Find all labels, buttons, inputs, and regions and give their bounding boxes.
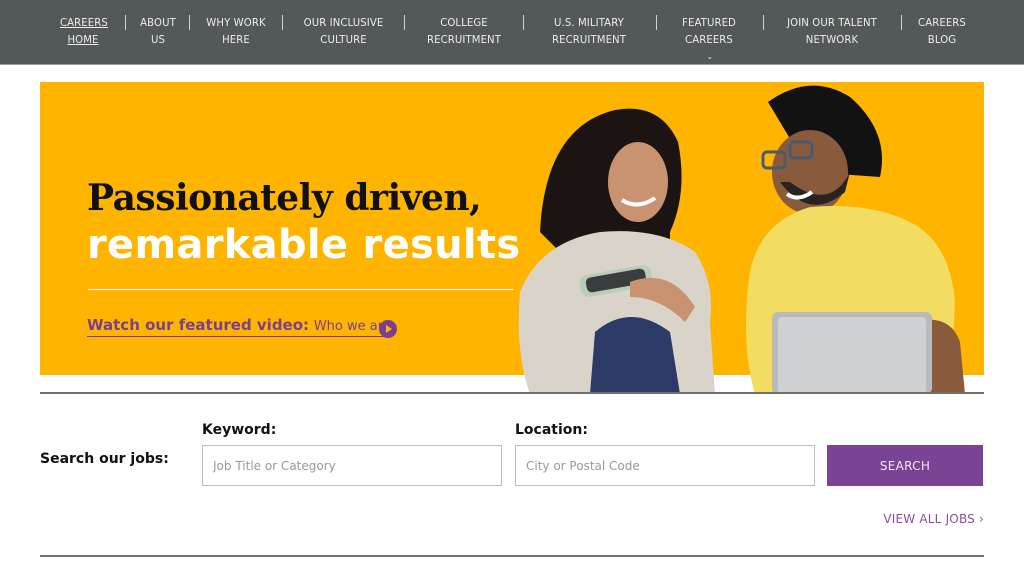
video-link-lead: Watch our featured video: [87,316,310,334]
nav-item-label-line2: HOME [67,33,99,46]
nav-separator [523,15,524,30]
hero-banner: Passionately driven, remarkable results … [40,82,984,394]
view-all-jobs-link[interactable]: VIEW ALL JOBS › [883,512,984,526]
section-divider [40,555,984,557]
hero-divider [88,289,513,290]
nav-item-label-line2: CULTURE [320,33,367,46]
nav-item-label-line2: NETWORK [805,33,859,46]
location-label: Location: [515,422,588,438]
nav-item-label-line1: OUR INCLUSIVE [303,16,384,29]
location-input[interactable] [515,445,815,486]
chevron-down-icon: ⌄ [706,52,714,61]
nav-item-college-recruitment[interactable]: COLLEGE RECRUITMENT [425,14,502,48]
keyword-input[interactable] [202,445,502,486]
person-man [746,85,965,394]
nav-item-label-line1: COLLEGE [440,16,488,29]
nav-item-label-line2: US [150,33,166,46]
nav-item-label-line2: RECRUITMENT [426,33,501,46]
nav-item-label-line1: U.S. MILITARY [554,16,624,29]
keyword-label: Keyword: [202,422,277,438]
section-divider [40,392,984,394]
hero-photo-illustration [518,85,965,394]
nav-item-careers-home[interactable]: CAREERS HOME [60,14,108,48]
nav-separator [763,15,764,30]
nav-item-featured-careers[interactable]: FEATURED CAREERS ⌄ [678,14,741,65]
nav-item-why-work-here[interactable]: WHY WORK HERE [203,14,269,48]
person-woman [518,108,715,394]
nav-item-label-line1: FEATURED [682,16,736,29]
nav-separator [282,15,283,30]
nav-item-about-us[interactable]: ABOUT US [137,14,179,48]
nav-separator [189,15,190,30]
hero-title-line2: remarkable results [87,222,521,268]
hero-title-line1: Passionately driven, [87,177,482,219]
nav-separator [656,15,657,30]
nav-item-join-our-talent-network[interactable]: JOIN OUR TALENT NETWORK [786,14,878,48]
nav-item-label-text: CAREERS [685,33,733,46]
search-button[interactable]: SEARCH [827,445,983,486]
nav-item-careers-blog[interactable]: CAREERS BLOG [916,14,968,48]
nav-item-us-military-recruitment[interactable]: U.S. MILITARY RECRUITMENT [550,14,627,48]
search-heading: Search our jobs: [40,451,169,467]
nav-item-our-inclusive-culture[interactable]: OUR INCLUSIVE CULTURE [300,14,387,48]
nav-item-label-line2: BLOG [927,33,957,46]
nav-item-label-line1: CAREERS [918,16,966,29]
top-navigation: CAREERS HOME ABOUT US WHY WORK HERE OUR … [0,0,1024,65]
nav-item-label-line1: JOIN OUR TALENT [787,16,877,29]
play-circle-icon[interactable] [379,320,397,338]
nav-item-label-line1: ABOUT [140,16,176,29]
nav-item-label-line2: HERE [222,33,250,46]
nav-item-label-line1: WHY WORK [206,16,266,29]
nav-item-label-line1: CAREERS [60,16,108,29]
hero-photo [510,82,984,394]
nav-separator [901,15,902,30]
nav-separator [404,15,405,30]
nav-item-label-line2: CAREERS ⌄ [678,31,741,65]
nav-separator [125,15,126,30]
nav-item-label-line2: RECRUITMENT [551,33,626,46]
featured-video-link[interactable]: Watch our featured video: Who we are [87,317,391,337]
